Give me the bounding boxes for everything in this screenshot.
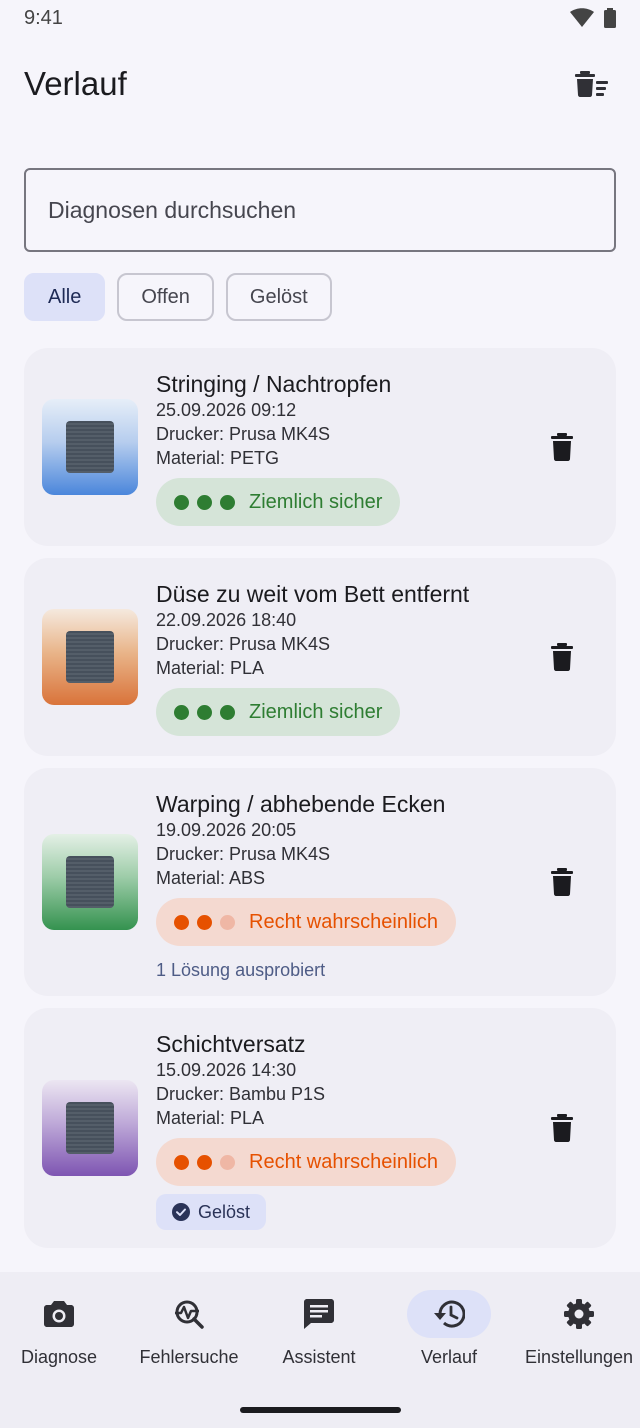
troubleshoot-icon: [175, 1300, 204, 1329]
delete-button[interactable]: [538, 423, 586, 471]
delete-button[interactable]: [538, 858, 586, 906]
confidence-badge: Recht wahrscheinlich: [156, 1138, 456, 1186]
delete-button[interactable]: [538, 1104, 586, 1152]
card-material: Material: PETG: [156, 448, 280, 468]
diagnosis-thumbnail: [42, 609, 138, 705]
page-title: Verlauf: [24, 65, 127, 102]
nav-label: Verlauf: [420, 1347, 478, 1367]
home-indicator: [240, 1407, 401, 1413]
camera-icon: [44, 1301, 74, 1327]
filter-chip-geloest[interactable]: Gelöst: [225, 273, 332, 321]
filter-chip-alle[interactable]: Alle: [24, 273, 106, 321]
confidence-badge: Ziemlich sicher: [156, 478, 401, 526]
battery-icon: [604, 8, 616, 28]
clear-history-button[interactable]: [568, 60, 616, 108]
solved-badge-label: Gelöst: [198, 1201, 251, 1222]
diagnosis-thumbnail: [42, 1080, 138, 1176]
nav-label: Assistent: [282, 1347, 356, 1367]
card-printer: Drucker: Prusa MK4S: [156, 634, 331, 654]
filter-chip-offen[interactable]: Offen: [117, 273, 214, 321]
card-date: 22.09.2026 18:40: [156, 610, 297, 630]
nav-label: Einstellungen: [524, 1347, 634, 1367]
trash-icon: [551, 643, 573, 671]
bottom-navigation: Diagnose Fehlersuche Assistent Verlauf E…: [0, 1272, 640, 1428]
card-content: Düse zu weit vom Bett entfernt 22.09.202…: [156, 580, 469, 736]
trash-icon: [551, 868, 573, 896]
card-material: Material: PLA: [156, 1108, 265, 1128]
filter-chips: Alle Offen Gelöst: [24, 273, 332, 321]
confidence-label: Ziemlich sicher: [249, 490, 383, 513]
card-content: Schichtversatz 15.09.2026 14:30 Drucker:…: [156, 1030, 456, 1230]
diagnosis-card[interactable]: Schichtversatz 15.09.2026 14:30 Drucker:…: [24, 1008, 616, 1248]
delete-button[interactable]: [538, 633, 586, 681]
diagnosis-card[interactable]: Stringing / Nachtropfen 25.09.2026 09:12…: [24, 348, 616, 546]
card-content: Warping / abhebende Ecken 19.09.2026 20:…: [156, 790, 456, 981]
card-content: Stringing / Nachtropfen 25.09.2026 09:12…: [156, 370, 401, 526]
status-time: 9:41: [24, 6, 63, 29]
search-field[interactable]: [24, 168, 616, 252]
card-printer: Drucker: Bambu P1S: [156, 1084, 326, 1104]
gear-icon: [564, 1299, 594, 1329]
delete-sweep-icon: [575, 71, 608, 97]
history-icon: [434, 1300, 465, 1328]
top-app-bar: Verlauf: [0, 56, 640, 112]
diagnosis-card[interactable]: Düse zu weit vom Bett entfernt 22.09.202…: [24, 558, 616, 756]
nav-item-assistent[interactable]: Assistent: [254, 1290, 384, 1368]
diagnosis-card[interactable]: Warping / abhebende Ecken 19.09.2026 20:…: [24, 768, 616, 996]
confidence-badge: Recht wahrscheinlich: [156, 898, 456, 946]
chat-icon: [304, 1299, 334, 1329]
nav-item-verlauf[interactable]: Verlauf: [384, 1290, 514, 1368]
solutions-tried-text: 1 Lösung ausprobiert: [156, 960, 326, 980]
solved-badge: Gelöst: [156, 1194, 267, 1230]
diagnosis-thumbnail: [42, 834, 138, 930]
card-date: 15.09.2026 14:30: [156, 1060, 297, 1080]
diagnosis-thumbnail: [42, 399, 138, 495]
card-printer: Drucker: Prusa MK4S: [156, 424, 331, 444]
trash-icon: [551, 433, 573, 461]
confidence-label: Ziemlich sicher: [249, 700, 383, 723]
card-material: Material: ABS: [156, 868, 266, 888]
card-material: Material: PLA: [156, 658, 265, 678]
confidence-label: Recht wahrscheinlich: [249, 1150, 438, 1173]
card-printer: Drucker: Prusa MK4S: [156, 844, 331, 864]
nav-item-einstellungen[interactable]: Einstellungen: [514, 1290, 640, 1368]
nav-item-diagnose[interactable]: Diagnose: [0, 1290, 124, 1368]
confidence-badge: Ziemlich sicher: [156, 688, 401, 736]
nav-label: Fehlersuche: [139, 1347, 239, 1367]
status-bar: 9:41: [0, 0, 640, 36]
nav-item-fehlersuche[interactable]: Fehlersuche: [124, 1290, 254, 1368]
card-title: Schichtversatz: [156, 1031, 306, 1057]
card-title: Warping / abhebende Ecken: [156, 791, 446, 817]
nav-label: Diagnose: [20, 1347, 98, 1367]
card-date: 25.09.2026 09:12: [156, 400, 297, 420]
wifi-icon: [570, 8, 594, 27]
card-title: Stringing / Nachtropfen: [156, 371, 392, 397]
search-input[interactable]: [48, 196, 592, 224]
card-title: Düse zu weit vom Bett entfernt: [156, 581, 470, 607]
card-date: 19.09.2026 20:05: [156, 820, 297, 840]
trash-icon: [551, 1114, 573, 1142]
check-circle-icon: [172, 1203, 190, 1221]
status-icons: [570, 8, 616, 28]
confidence-label: Recht wahrscheinlich: [249, 910, 438, 933]
